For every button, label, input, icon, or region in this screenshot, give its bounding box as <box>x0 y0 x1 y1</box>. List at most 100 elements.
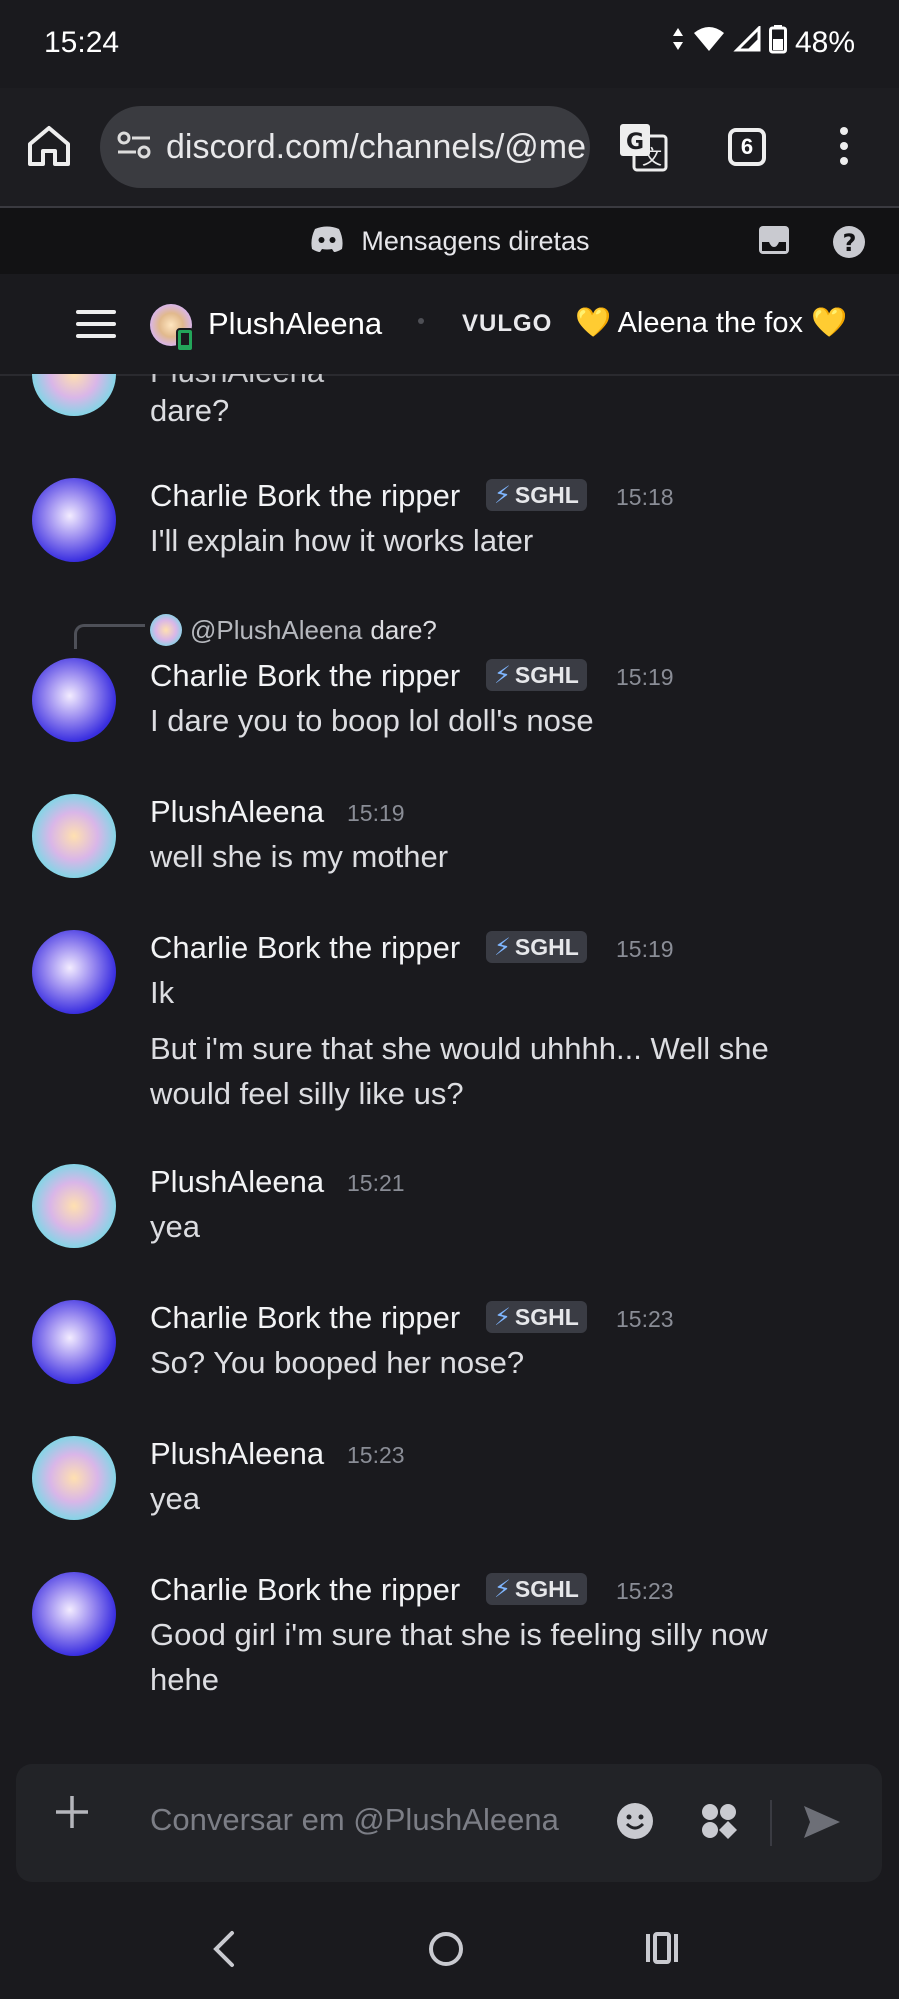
message-author[interactable]: Charlie Bork the ripper <box>150 658 460 694</box>
avatar[interactable] <box>32 1436 116 1520</box>
server-tag: ⚡ SGHL <box>486 479 587 511</box>
reply-avatar <box>150 614 182 646</box>
timestamp: 15:23 <box>347 1442 405 1468</box>
avatar[interactable] <box>32 930 116 1014</box>
dm-header-title: Mensagens diretas <box>361 225 590 256</box>
status-time: 15:24 <box>44 26 120 59</box>
svg-text:?: ? <box>843 229 857 257</box>
avatar[interactable] <box>32 1572 116 1656</box>
server-tag: ⚡ SGHL <box>486 931 587 963</box>
heart-emoji-left: 💛 <box>575 307 612 339</box>
svg-text:文: 文 <box>642 145 662 169</box>
browser-toolbar: discord.com/channels/@me G文 6 <box>0 88 899 208</box>
message-text: dare? <box>150 393 230 428</box>
server-tag: ⚡ SGHL <box>486 1573 587 1605</box>
data-arrows-icon <box>671 26 685 60</box>
dm-header: Mensagens diretas ? <box>0 208 899 275</box>
message-text: So? You booped her nose? <box>150 1345 525 1380</box>
reply-preview[interactable]: @PlushAleena dare? <box>150 614 437 646</box>
tabs-icon[interactable]: 6 <box>728 128 766 166</box>
server-tag-text: SGHL <box>514 1303 579 1330</box>
lightning-icon: ⚡ <box>494 933 511 961</box>
message-text: yea <box>150 1481 200 1516</box>
nickname: 💛 Aleena the fox 💛 <box>575 306 847 340</box>
composer-divider <box>770 1800 772 1846</box>
timestamp: 15:19 <box>347 800 405 826</box>
message-author[interactable]: PlushAleena <box>150 794 324 830</box>
plus-icon[interactable] <box>52 1792 92 1837</box>
message-text: But i'm sure that she would uhhhh... Wel… <box>150 1031 769 1066</box>
message-author[interactable]: Charlie Bork the ripper <box>150 930 460 966</box>
send-icon[interactable] <box>802 1804 842 1845</box>
address-bar[interactable]: discord.com/channels/@me <box>100 106 590 188</box>
battery-icon <box>768 24 787 62</box>
tab-count: 6 <box>740 134 754 159</box>
reply-mention: @PlushAleena <box>190 614 363 645</box>
home-icon[interactable] <box>26 124 72 168</box>
timestamp: 15:23 <box>616 1578 674 1604</box>
message-text: I'll explain how it works later <box>150 523 534 558</box>
translate-icon[interactable]: G文 <box>618 122 668 172</box>
message-author[interactable]: Charlie Bork the ripper <box>150 1572 460 1608</box>
lightning-icon: ⚡ <box>494 481 511 509</box>
reply-connector <box>74 624 145 649</box>
message-text: hehe <box>150 1662 219 1697</box>
message-input[interactable]: Conversar em @PlushAleena <box>150 1802 559 1838</box>
avatar[interactable] <box>32 374 116 416</box>
server-tag-text: SGHL <box>514 661 579 688</box>
timestamp: 15:18 <box>616 484 674 510</box>
timestamp: 15:21 <box>347 1170 405 1196</box>
lightning-icon: ⚡ <box>494 1575 511 1603</box>
url-text: discord.com/channels/@me <box>166 127 587 166</box>
avatar[interactable] <box>32 658 116 742</box>
home-circle-icon[interactable] <box>428 1931 464 1972</box>
nickname-text: Aleena the fox <box>617 307 803 339</box>
hamburger-menu-icon[interactable] <box>76 308 116 345</box>
message-text: Ik <box>150 975 175 1010</box>
server-tag-text: SGHL <box>514 1575 579 1602</box>
avatar[interactable] <box>32 1300 116 1384</box>
discord-logo-icon <box>309 225 345 258</box>
avatar[interactable] <box>32 794 116 878</box>
mobile-status-icon <box>176 328 194 357</box>
separator-dot <box>418 318 424 324</box>
channel-name[interactable]: PlushAleena <box>208 306 382 342</box>
lightning-icon: ⚡ <box>494 661 511 689</box>
timestamp: 15:19 <box>616 664 674 690</box>
message-author[interactable]: Charlie Bork the ripper <box>150 478 460 514</box>
message-author[interactable]: PlushAleena <box>150 1436 324 1472</box>
system-nav-bar <box>0 1899 899 1999</box>
message-author[interactable]: Charlie Bork the ripper <box>150 1300 460 1336</box>
avatar[interactable] <box>32 478 116 562</box>
message-text: well she is my mother <box>150 839 449 874</box>
message-list[interactable]: PlushAleena dare? Charlie Bork the rippe… <box>0 374 899 1764</box>
recents-icon[interactable] <box>644 1931 680 1970</box>
message-text: I dare you to boop lol doll's nose <box>150 703 594 738</box>
heart-emoji-right: 💛 <box>811 307 848 339</box>
emoji-icon[interactable] <box>616 1802 654 1845</box>
back-icon[interactable] <box>210 1929 236 1974</box>
avatar[interactable] <box>32 1164 116 1248</box>
more-vert-icon[interactable] <box>838 126 850 166</box>
server-tag-text: SGHL <box>514 933 579 960</box>
status-icons: 48% <box>671 24 855 62</box>
server-tag: ⚡ SGHL <box>486 1301 587 1333</box>
inbox-icon[interactable] <box>758 225 790 260</box>
status-bar: 15:24 48% <box>0 0 899 88</box>
reply-text: dare? <box>370 614 437 645</box>
help-icon[interactable]: ? <box>832 225 866 264</box>
message-author[interactable]: PlushAleena <box>150 1164 324 1200</box>
server-tag-text: SGHL <box>514 481 579 508</box>
battery-percent: 48% <box>794 26 855 59</box>
message-text: would feel silly like us? <box>150 1076 464 1111</box>
nickname-label: VULGO <box>462 310 553 337</box>
site-settings-icon[interactable] <box>116 130 152 165</box>
apps-icon[interactable] <box>700 1802 738 1845</box>
timestamp: 15:19 <box>616 936 674 962</box>
server-tag: ⚡ SGHL <box>486 659 587 691</box>
wifi-icon <box>693 26 725 60</box>
message-text: yea <box>150 1209 200 1244</box>
timestamp: 15:23 <box>616 1306 674 1332</box>
message-text: Good girl i'm sure that she is feeling s… <box>150 1617 768 1652</box>
channel-header: PlushAleena VULGO 💛 Aleena the fox 💛 <box>0 274 899 376</box>
